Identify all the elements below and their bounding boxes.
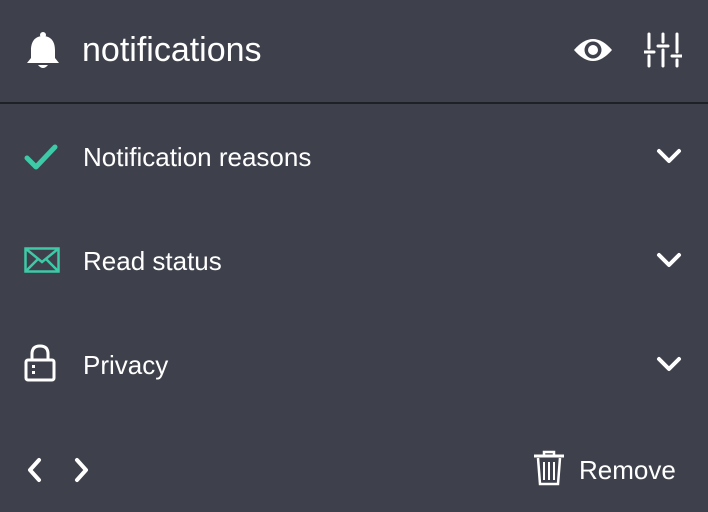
bell-icon bbox=[27, 32, 59, 68]
trash-icon bbox=[534, 450, 564, 486]
checkmark-icon bbox=[24, 144, 58, 170]
remove-button[interactable]: Remove bbox=[534, 448, 686, 492]
remove-label: Remove bbox=[579, 455, 676, 485]
section-notification-reasons[interactable]: Notification reasons bbox=[0, 121, 708, 193]
chevron-down-icon bbox=[657, 357, 681, 371]
sliders-icon[interactable] bbox=[644, 32, 682, 68]
notifications-panel: notifications Notification reasons Read … bbox=[0, 0, 708, 512]
section-label: Notification reasons bbox=[83, 142, 312, 172]
section-label: Privacy bbox=[83, 350, 169, 380]
chevron-down-icon bbox=[657, 149, 681, 163]
panel-footer: Remove bbox=[0, 440, 708, 500]
eye-icon[interactable] bbox=[572, 34, 614, 66]
section-label: Read status bbox=[83, 246, 222, 276]
envelope-icon bbox=[24, 247, 60, 273]
section-privacy[interactable]: Privacy bbox=[0, 329, 708, 401]
panel-title: notifications bbox=[82, 31, 262, 69]
chevron-right-icon[interactable] bbox=[72, 456, 92, 484]
chevron-down-icon bbox=[657, 253, 681, 267]
section-read-status[interactable]: Read status bbox=[0, 225, 708, 297]
lock-icon bbox=[24, 344, 56, 382]
panel-header: notifications bbox=[0, 0, 708, 104]
chevron-left-icon[interactable] bbox=[24, 456, 44, 484]
